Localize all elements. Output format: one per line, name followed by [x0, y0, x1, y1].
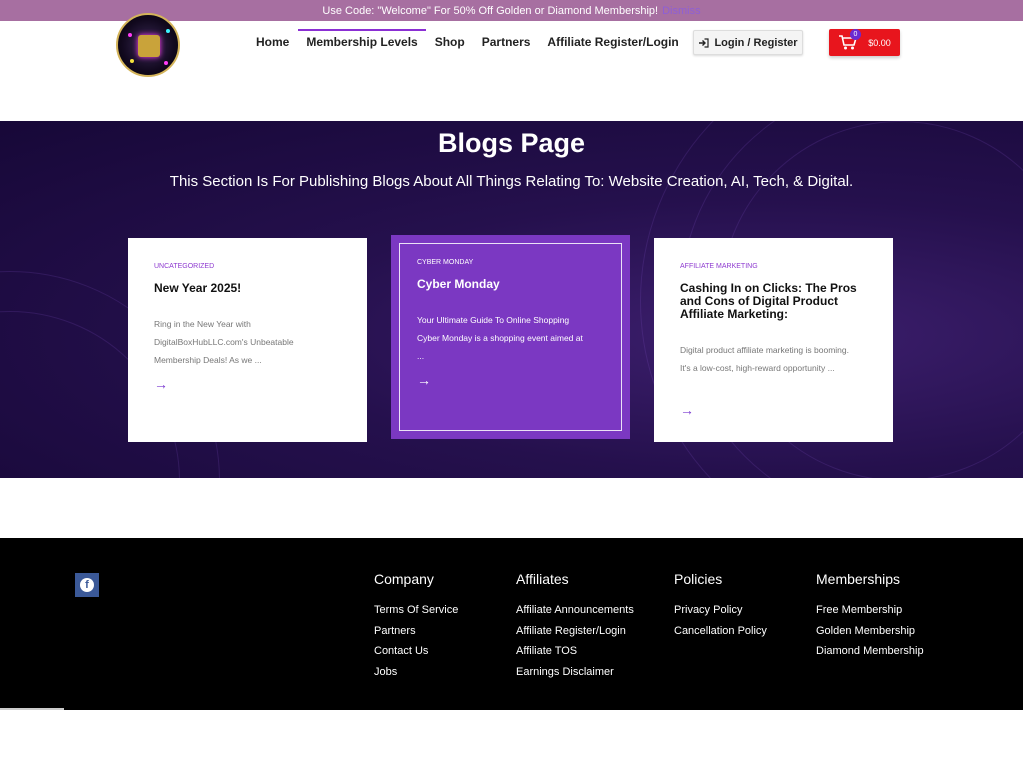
footer-link[interactable]: Privacy Policy — [674, 604, 767, 625]
page-title: Blogs Page — [437, 128, 586, 158]
blog-card[interactable]: UNCATEGORIZED New Year 2025! Ring in the… — [128, 238, 367, 442]
page-scroll-indicator — [0, 708, 64, 710]
nav-membership-levels[interactable]: Membership Levels — [298, 29, 427, 49]
footer-link[interactable]: Golden Membership — [816, 625, 924, 646]
footer-link[interactable]: Free Membership — [816, 604, 924, 625]
blog-card-featured[interactable]: CYBER MONDAY Cyber Monday Your Ultimate … — [391, 235, 630, 439]
login-register-button[interactable]: Login / Register — [693, 30, 803, 55]
nav-home[interactable]: Home — [256, 35, 289, 49]
logo-chip-graphic — [138, 35, 160, 57]
logo-light — [130, 59, 134, 63]
blog-card-title[interactable]: Cashing In on Clicks: The Pros and Cons … — [680, 282, 870, 321]
blog-card-category[interactable]: UNCATEGORIZED — [154, 263, 214, 270]
footer-link[interactable]: Affiliate Register/Login — [516, 625, 634, 646]
footer-heading: Affiliates — [516, 571, 569, 587]
page-subtitle: This Section Is For Publishing Blogs Abo… — [169, 173, 854, 190]
footer-column-company: Company Terms Of Service Partners Contac… — [374, 571, 458, 686]
blog-card-category[interactable]: CYBER MONDAY — [417, 259, 473, 266]
footer-heading: Policies — [674, 571, 723, 587]
blogs-hero-section: Blogs Page This Section Is For Publishin… — [0, 121, 1023, 478]
nav-shop[interactable]: Shop — [435, 35, 465, 49]
dismiss-link[interactable]: Dismiss — [662, 5, 701, 17]
blog-card-category[interactable]: AFFILIATE MARKETING — [680, 263, 758, 270]
nav-affiliate-register-login[interactable]: Affiliate Register/Login — [547, 35, 678, 49]
cart-button[interactable]: 0 $0.00 — [829, 29, 900, 56]
blog-card[interactable]: AFFILIATE MARKETING Cashing In on Clicks… — [654, 238, 893, 442]
blog-card-title[interactable]: New Year 2025! — [154, 282, 344, 295]
login-label: Login / Register — [714, 36, 798, 49]
footer-link[interactable]: Partners — [374, 625, 458, 646]
cart-count-badge: 0 — [850, 29, 861, 40]
footer-link[interactable]: Cancellation Policy — [674, 625, 767, 646]
footer-column-affiliates: Affiliates Affiliate Announcements Affil… — [516, 571, 634, 686]
site-header: Home Membership Levels Shop Partners Aff… — [0, 13, 1023, 121]
logo-light — [166, 29, 170, 33]
promo-text: Use Code: "Welcome" For 50% Off Golden o… — [322, 4, 659, 17]
arrow-right-icon[interactable]: → — [680, 402, 694, 418]
blog-card-excerpt: Ring in the New Year with DigitalBoxHubL… — [154, 319, 294, 365]
site-footer: f Company Terms Of Service Partners Cont… — [0, 538, 1023, 710]
footer-link[interactable]: Affiliate Announcements — [516, 604, 634, 625]
footer-column-memberships: Memberships Free Membership Golden Membe… — [816, 571, 924, 666]
arrow-right-icon[interactable]: → — [417, 372, 431, 388]
footer-link[interactable]: Affiliate TOS — [516, 645, 634, 666]
footer-link[interactable]: Contact Us — [374, 645, 458, 666]
logo-light — [128, 33, 132, 37]
blog-card-excerpt: Digital product affiliate marketing is b… — [680, 345, 849, 373]
blog-card-title[interactable]: Cyber Monday — [417, 278, 607, 291]
logo-light — [164, 61, 168, 65]
footer-link[interactable]: Jobs — [374, 666, 458, 687]
blog-card-excerpt: Your Ultimate Guide To Online Shopping C… — [417, 315, 583, 361]
arrow-right-icon[interactable]: → — [154, 376, 168, 392]
cart-total: $0.00 — [868, 37, 891, 48]
footer-column-policies: Policies Privacy Policy Cancellation Pol… — [674, 571, 767, 645]
login-arrow-icon — [699, 37, 710, 48]
nav-partners[interactable]: Partners — [482, 35, 531, 49]
main-nav: Home Membership Levels Shop Partners Aff… — [256, 29, 679, 49]
footer-heading: Memberships — [816, 571, 901, 587]
footer-heading: Company — [374, 571, 434, 587]
footer-link[interactable]: Diamond Membership — [816, 645, 924, 666]
site-logo[interactable] — [116, 13, 180, 77]
footer-link[interactable]: Terms Of Service — [374, 604, 458, 625]
facebook-icon[interactable]: f — [75, 573, 99, 597]
footer-link[interactable]: Earnings Disclaimer — [516, 666, 634, 687]
